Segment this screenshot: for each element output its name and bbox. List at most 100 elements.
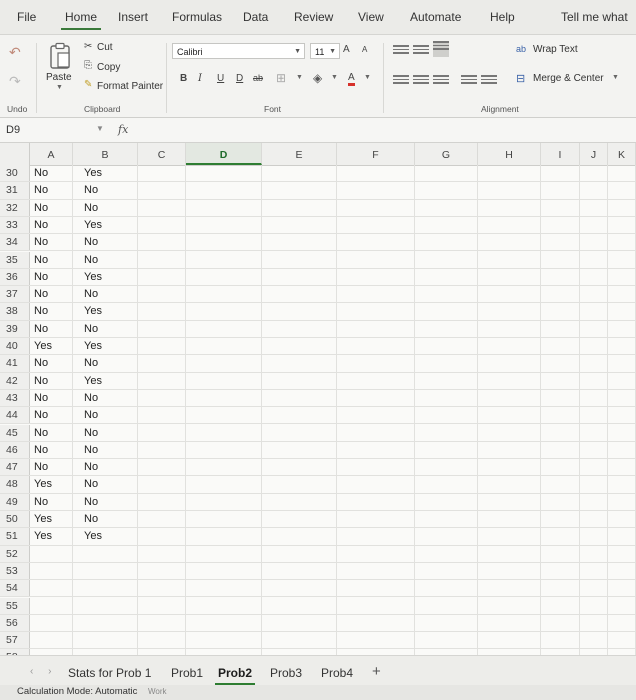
sheet-tab-prob4[interactable]: Prob4 — [321, 666, 353, 680]
tab-view[interactable]: View — [358, 10, 384, 24]
chevron-down-icon[interactable]: ▼ — [331, 74, 338, 81]
tab-formulas[interactable]: Formulas — [172, 10, 222, 24]
cell-a[interactable]: No — [34, 442, 48, 459]
cell-b[interactable]: No — [84, 321, 98, 338]
row-header[interactable]: 30 — [0, 165, 30, 182]
decrease-indent-icon[interactable] — [461, 75, 477, 85]
sheet-tab-prob1[interactable]: Prob1 — [171, 666, 203, 680]
column-header-a[interactable]: A — [30, 143, 73, 165]
font-size-select[interactable]: 11 ▼ — [310, 43, 340, 59]
row-header[interactable]: 46 — [0, 441, 30, 459]
chevron-down-icon[interactable]: ▼ — [96, 124, 104, 133]
undo-icon[interactable]: ↶ — [9, 44, 21, 61]
cell-b[interactable]: No — [84, 200, 98, 217]
cell-a[interactable]: No — [34, 355, 48, 372]
cell-a[interactable]: Yes — [34, 338, 52, 355]
tab-home[interactable]: Home — [60, 10, 102, 30]
increase-indent-icon[interactable] — [481, 75, 497, 85]
double-underline-button[interactable]: D — [236, 73, 243, 84]
tab-review[interactable]: Review — [294, 10, 333, 24]
cell-a[interactable]: No — [34, 182, 48, 199]
cell-b[interactable]: No — [84, 442, 98, 459]
row-header[interactable]: 52 — [0, 545, 30, 562]
column-header-c[interactable]: C — [138, 143, 186, 165]
cell-a[interactable]: No — [34, 494, 48, 511]
row-header[interactable]: 55 — [0, 597, 30, 614]
cell-b[interactable]: No — [84, 511, 98, 528]
column-header-g[interactable]: G — [415, 143, 478, 165]
italic-button[interactable]: I — [198, 73, 202, 84]
sheet-nav-arrows-icon[interactable]: ‹ › — [30, 666, 57, 677]
row-header[interactable]: 47 — [0, 459, 30, 476]
cell-a[interactable]: No — [34, 407, 48, 424]
cut-button[interactable]: Cut — [97, 42, 113, 53]
underline-button[interactable]: U — [217, 73, 224, 84]
cell-b[interactable]: No — [84, 459, 98, 476]
strikethrough-button[interactable]: ab — [253, 73, 263, 83]
column-header-j[interactable]: J — [580, 143, 608, 165]
cell-b[interactable]: Yes — [84, 165, 102, 182]
chevron-down-icon[interactable]: ▼ — [364, 74, 371, 81]
column-header-f[interactable]: F — [337, 143, 415, 165]
sheet-tab-stats-for-prob1[interactable]: Stats for Prob 1 — [68, 666, 151, 680]
tab-automate[interactable]: Automate — [410, 10, 461, 24]
insert-function-button[interactable]: fx — [118, 123, 128, 136]
column-header-b[interactable]: B — [73, 143, 138, 165]
format-painter-button[interactable]: Format Painter — [97, 81, 163, 92]
row-header[interactable]: 53 — [0, 562, 30, 580]
tab-insert[interactable]: Insert — [118, 10, 148, 24]
cell-a[interactable]: No — [34, 303, 48, 320]
tab-file[interactable]: File — [17, 10, 36, 24]
row-header[interactable]: 35 — [0, 251, 30, 268]
row-header[interactable]: 37 — [0, 286, 30, 303]
column-header-h[interactable]: H — [478, 143, 541, 165]
row-header[interactable]: 40 — [0, 338, 30, 355]
shrink-font-button[interactable]: A — [362, 45, 367, 54]
cell-b[interactable]: Yes — [84, 528, 102, 545]
row-header[interactable]: 45 — [0, 424, 30, 441]
cell-b[interactable]: No — [84, 390, 98, 407]
workbook-statistics-status[interactable]: Work — [148, 687, 167, 696]
row-header[interactable]: 33 — [0, 216, 30, 234]
borders-icon[interactable]: ⊞ — [276, 71, 286, 85]
align-top-icon[interactable] — [393, 45, 409, 55]
row-header[interactable]: 56 — [0, 614, 30, 632]
column-header-k[interactable]: K — [608, 143, 636, 165]
cell-b[interactable]: No — [84, 355, 98, 372]
row-header[interactable]: 44 — [0, 407, 30, 424]
merge-center-button[interactable]: Merge & Center — [533, 73, 604, 84]
paste-dropdown-icon[interactable]: ▼ — [56, 84, 63, 91]
align-center-icon[interactable] — [413, 75, 429, 85]
cell-a[interactable]: Yes — [34, 511, 52, 528]
align-bottom-icon[interactable] — [433, 41, 449, 57]
row-header[interactable]: 31 — [0, 182, 30, 199]
bold-button[interactable]: B — [180, 73, 187, 84]
row-header[interactable]: 50 — [0, 511, 30, 528]
fill-color-icon[interactable]: ◈ — [313, 71, 322, 85]
tell-me-search[interactable]: Tell me what — [561, 10, 628, 24]
cell-a[interactable]: No — [34, 234, 48, 251]
paste-button[interactable]: Paste ▼ — [44, 40, 76, 95]
cell-a[interactable]: Yes — [34, 528, 52, 545]
cell-b[interactable]: No — [84, 476, 98, 493]
cell-b[interactable]: No — [84, 182, 98, 199]
cell-b[interactable]: No — [84, 494, 98, 511]
grow-font-button[interactable]: A — [343, 44, 350, 55]
cell-a[interactable]: No — [34, 252, 48, 269]
column-header-i[interactable]: I — [541, 143, 580, 165]
name-box[interactable]: D9 — [6, 124, 20, 136]
row-header[interactable]: 48 — [0, 476, 30, 493]
row-header[interactable]: 49 — [0, 493, 30, 510]
redo-icon[interactable]: ↷ — [9, 73, 21, 90]
align-right-icon[interactable] — [433, 75, 449, 85]
row-header[interactable]: 57 — [0, 632, 30, 649]
cell-b[interactable]: Yes — [84, 338, 102, 355]
copy-button[interactable]: Copy — [97, 62, 120, 73]
cell-a[interactable]: No — [34, 269, 48, 286]
tab-help[interactable]: Help — [490, 10, 515, 24]
row-header[interactable]: 32 — [0, 199, 30, 216]
add-sheet-button[interactable]: + — [372, 663, 381, 680]
row-header[interactable]: 43 — [0, 389, 30, 407]
cell-a[interactable]: No — [34, 321, 48, 338]
cell-b[interactable]: Yes — [84, 373, 102, 390]
